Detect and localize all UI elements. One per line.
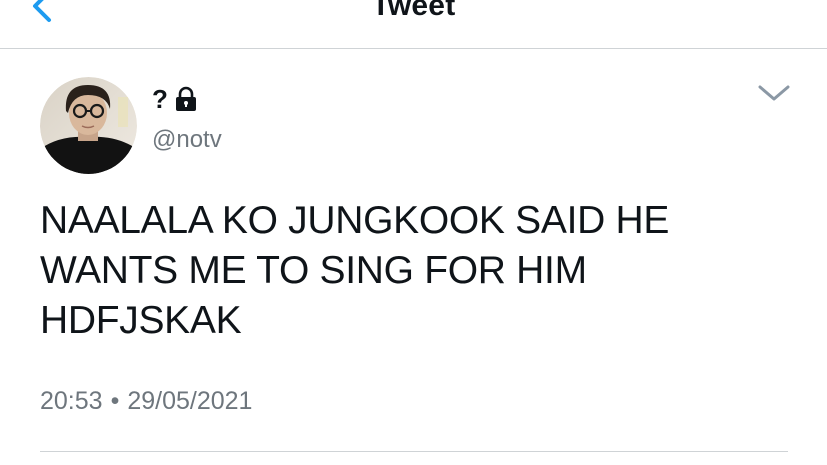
username-handle[interactable]: @notv — [152, 126, 222, 154]
more-options-button[interactable] — [752, 78, 796, 108]
meta-separator: • — [110, 387, 120, 415]
chevron-down-icon — [758, 85, 790, 101]
tweet-text: NAALALA KO JUNGKOOK SAID HE WANTS ME TO … — [40, 199, 670, 342]
tweet-time: 20:53 — [40, 387, 103, 415]
author-name-row[interactable]: ? — [152, 84, 198, 114]
display-name: ? — [152, 84, 168, 114]
avatar-image — [40, 77, 137, 174]
avatar[interactable] — [40, 77, 137, 174]
top-nav-bar: Tweet — [0, 0, 827, 49]
lock-icon — [175, 86, 196, 111]
page-title: Tweet — [371, 0, 456, 22]
divider — [40, 451, 788, 452]
tweet-date: 29/05/2021 — [127, 387, 253, 415]
tweet-detail-screen: Tweet ? @notv NAALALA KO JUNGKOOK SAID H… — [0, 0, 827, 465]
tweet-timestamp[interactable]: 20:53 • 29/05/2021 — [40, 386, 252, 416]
